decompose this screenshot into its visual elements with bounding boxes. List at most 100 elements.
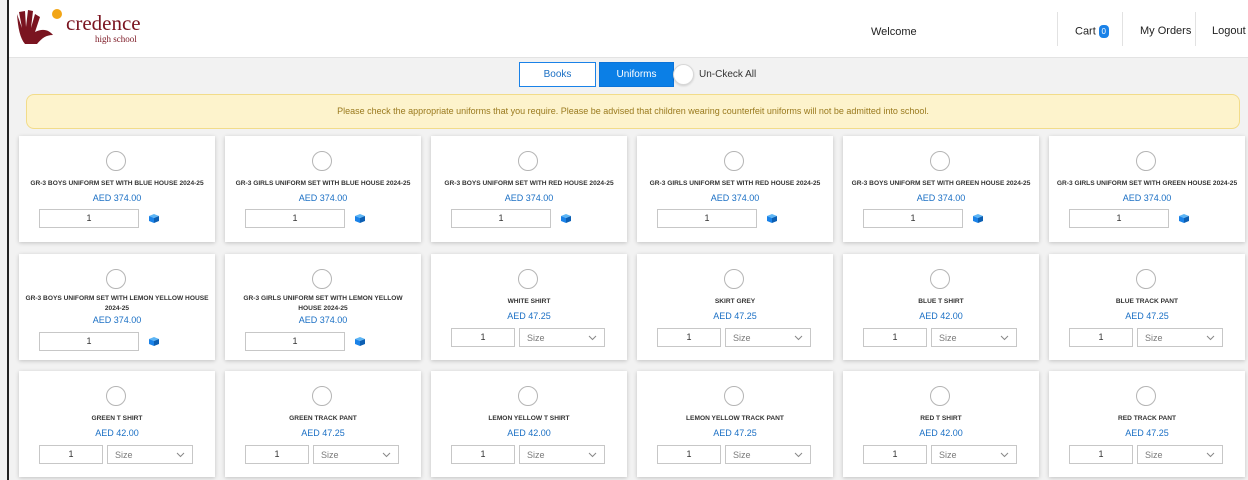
welcome-text: Welcome [871, 26, 917, 38]
quantity-input[interactable]: 1 [863, 328, 927, 347]
select-product-radio[interactable] [518, 386, 538, 406]
school-logo[interactable]: credence high school [13, 8, 183, 48]
quantity-input[interactable]: 1 [245, 445, 309, 464]
product-price: AED 42.00 [919, 311, 963, 321]
size-select[interactable]: Size [725, 445, 811, 464]
add-to-cart-icon[interactable] [766, 213, 778, 224]
size-select[interactable]: Size [313, 445, 399, 464]
select-product-radio[interactable] [724, 386, 744, 406]
brand-name: credence [66, 11, 141, 35]
select-product-radio[interactable] [930, 269, 950, 289]
add-to-cart-icon[interactable] [354, 213, 366, 224]
size-select-value: Size [939, 333, 957, 343]
size-select[interactable]: Size [931, 445, 1017, 464]
select-product-radio[interactable] [1136, 269, 1156, 289]
product-name: GR-3 BOYS UNIFORM SET WITH LEMON YELLOW … [25, 295, 209, 312]
product-price: AED 374.00 [298, 315, 348, 325]
product-name: WHITE SHIRT [507, 298, 551, 305]
uncheck-all-label: Un-Ckeck All [699, 69, 757, 80]
select-product-radio[interactable] [724, 269, 744, 289]
product-name: GR-3 GIRLS UNIFORM SET WITH BLUE HOUSE 2… [235, 180, 411, 187]
product-name: GR-3 GIRLS UNIFORM SET WITH RED HOUSE 20… [649, 180, 821, 187]
select-product-radio[interactable] [930, 386, 950, 406]
quantity-input[interactable]: 1 [1069, 328, 1133, 347]
quantity-input[interactable]: 1 [451, 209, 551, 228]
chevron-down-icon [794, 335, 803, 341]
quantity-input[interactable]: 1 [657, 328, 721, 347]
select-product-radio[interactable] [106, 151, 126, 171]
product-card: WHITE SHIRT AED 47.25 1 Size [431, 254, 627, 360]
size-select[interactable]: Size [1137, 445, 1223, 464]
product-card: BLUE TRACK PANT AED 47.25 1 Size [1049, 254, 1245, 360]
window-edge [7, 0, 9, 480]
size-select[interactable]: Size [107, 445, 193, 464]
product-card: RED T SHIRT AED 42.00 1 Size [843, 371, 1039, 477]
product-price: AED 47.25 [713, 428, 757, 438]
product-price: AED 42.00 [919, 428, 963, 438]
product-name: GREEN TRACK PANT [289, 415, 357, 422]
quantity-input[interactable]: 1 [451, 445, 515, 464]
product-name: GR-3 BOYS UNIFORM SET WITH RED HOUSE 202… [444, 180, 614, 187]
product-card: LEMON YELLOW TRACK PANT AED 47.25 1 Size [637, 371, 833, 477]
quantity-input[interactable]: 1 [657, 445, 721, 464]
select-product-radio[interactable] [724, 151, 744, 171]
product-name: BLUE T SHIRT [918, 298, 964, 305]
quantity-input[interactable]: 1 [657, 209, 757, 228]
quantity-input[interactable]: 1 [39, 209, 139, 228]
cart-label: Cart [1075, 25, 1096, 38]
quantity-input[interactable]: 1 [245, 332, 345, 351]
chevron-down-icon [1000, 452, 1009, 458]
product-price: AED 374.00 [1122, 193, 1172, 203]
size-select[interactable]: Size [519, 445, 605, 464]
select-product-radio[interactable] [1136, 386, 1156, 406]
size-select[interactable]: Size [519, 328, 605, 347]
product-name: LEMON YELLOW T SHIRT [488, 415, 570, 422]
size-select-value: Size [733, 450, 751, 460]
books-tab-button[interactable]: Books [519, 62, 596, 87]
add-to-cart-icon[interactable] [148, 213, 160, 224]
quantity-input[interactable]: 1 [39, 332, 139, 351]
quantity-input[interactable]: 1 [863, 445, 927, 464]
add-to-cart-icon[interactable] [560, 213, 572, 224]
select-product-radio[interactable] [1136, 151, 1156, 171]
size-select-value: Size [733, 333, 751, 343]
quantity-input[interactable]: 1 [1069, 445, 1133, 464]
quantity-input[interactable]: 1 [451, 328, 515, 347]
my-orders-link[interactable]: My Orders [1140, 25, 1191, 37]
logout-link[interactable]: Logout [1212, 25, 1246, 37]
hand-logo-icon [17, 9, 62, 44]
product-name: BLUE TRACK PANT [1115, 298, 1179, 305]
select-product-radio[interactable] [930, 151, 950, 171]
uncheck-all-toggle[interactable] [673, 64, 694, 85]
select-product-radio[interactable] [106, 269, 126, 289]
size-select[interactable]: Size [725, 328, 811, 347]
uniforms-tab-button[interactable]: Uniforms [599, 62, 674, 87]
size-select[interactable]: Size [931, 328, 1017, 347]
select-product-radio[interactable] [106, 386, 126, 406]
product-price: AED 42.00 [95, 428, 139, 438]
chevron-down-icon [1206, 335, 1215, 341]
size-select-value: Size [527, 450, 545, 460]
add-to-cart-icon[interactable] [148, 336, 160, 347]
add-to-cart-icon[interactable] [1178, 213, 1190, 224]
nav-divider [1195, 12, 1196, 46]
quantity-input[interactable]: 1 [863, 209, 963, 228]
product-card: RED TRACK PANT AED 47.25 1 Size [1049, 371, 1245, 477]
add-to-cart-icon[interactable] [972, 213, 984, 224]
product-card: GREEN T SHIRT AED 42.00 1 Size [19, 371, 215, 477]
product-card: GR-3 GIRLS UNIFORM SET WITH RED HOUSE 20… [637, 136, 833, 242]
notice-banner: Please check the appropriate uniforms th… [26, 94, 1240, 129]
product-card: GR-3 BOYS UNIFORM SET WITH GREEN HOUSE 2… [843, 136, 1039, 242]
select-product-radio[interactable] [518, 269, 538, 289]
cart-link[interactable]: Cart 0 [1075, 25, 1109, 38]
select-product-radio[interactable] [312, 269, 332, 289]
select-product-radio[interactable] [312, 151, 332, 171]
add-to-cart-icon[interactable] [354, 336, 366, 347]
quantity-input[interactable]: 1 [39, 445, 103, 464]
select-product-radio[interactable] [312, 386, 332, 406]
select-product-radio[interactable] [518, 151, 538, 171]
quantity-input[interactable]: 1 [245, 209, 345, 228]
quantity-input[interactable]: 1 [1069, 209, 1169, 228]
product-card: GR-3 GIRLS UNIFORM SET WITH LEMON YELLOW… [225, 254, 421, 360]
size-select[interactable]: Size [1137, 328, 1223, 347]
